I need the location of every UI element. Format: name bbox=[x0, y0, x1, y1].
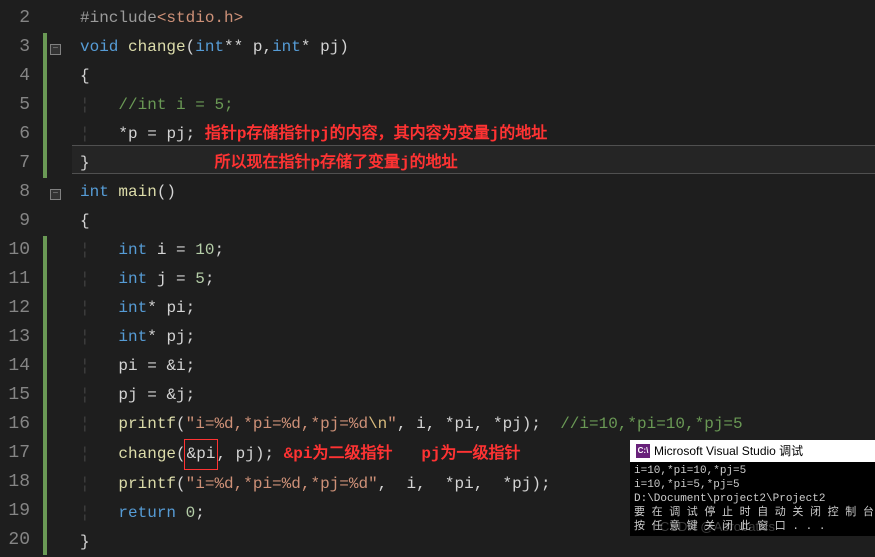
line-number: 9 bbox=[0, 207, 30, 236]
code-line[interactable]: ¦ int j = 5; bbox=[80, 265, 875, 294]
line-number: 19 bbox=[0, 497, 30, 526]
line-number: 12 bbox=[0, 294, 30, 323]
fold-toggle-icon[interactable]: − bbox=[50, 189, 61, 200]
line-number: 4 bbox=[0, 62, 30, 91]
line-number: 7 bbox=[0, 149, 30, 178]
code-line[interactable]: ¦ printf("i=%d,*pi=%d,*pj=%d\n", i, *pi,… bbox=[80, 410, 875, 439]
code-line[interactable]: #include<stdio.h> bbox=[80, 4, 875, 33]
line-number: 11 bbox=[0, 265, 30, 294]
code-line[interactable]: ¦ pi = &i; bbox=[80, 352, 875, 381]
line-number: 8 bbox=[0, 178, 30, 207]
line-number: 5 bbox=[0, 91, 30, 120]
line-number: 14 bbox=[0, 352, 30, 381]
popup-title-text: Microsoft Visual Studio 调试 bbox=[654, 444, 803, 458]
code-line[interactable]: ¦ pj = &j; bbox=[80, 381, 875, 410]
line-number-gutter: 234567891011121314151617181920 bbox=[0, 0, 42, 556]
line-number: 18 bbox=[0, 468, 30, 497]
code-line[interactable]: ¦ int* pi; bbox=[80, 294, 875, 323]
vs-icon: C:\ bbox=[636, 444, 650, 458]
code-line[interactable]: ¦ //int i = 5; bbox=[80, 91, 875, 120]
line-number: 3 bbox=[0, 33, 30, 62]
line-number: 20 bbox=[0, 526, 30, 555]
line-number: 10 bbox=[0, 236, 30, 265]
popup-titlebar[interactable]: C:\ Microsoft Visual Studio 调试 bbox=[630, 440, 875, 462]
line-number: 16 bbox=[0, 410, 30, 439]
fold-toggle-icon[interactable]: − bbox=[50, 44, 61, 55]
line-number: 13 bbox=[0, 323, 30, 352]
line-number: 6 bbox=[0, 120, 30, 149]
code-line[interactable]: ¦ int i = 10; bbox=[80, 236, 875, 265]
code-line[interactable]: { bbox=[80, 207, 875, 236]
code-line[interactable]: void change(int** p,int* pj) bbox=[80, 33, 875, 62]
code-line[interactable]: ¦ *p = pj; 指针p存储指针pj的内容，其内容为变量j的地址 bbox=[80, 120, 875, 149]
line-number: 15 bbox=[0, 381, 30, 410]
code-line[interactable]: { bbox=[80, 62, 875, 91]
code-line[interactable]: int main() bbox=[80, 178, 875, 207]
code-line[interactable]: } 所以现在指针p存储了变量j的地址 bbox=[80, 149, 875, 178]
line-number: 17 bbox=[0, 439, 30, 468]
code-line[interactable]: ¦ int* pj; bbox=[80, 323, 875, 352]
fold-column[interactable]: −− bbox=[48, 0, 66, 556]
watermark: CSDN @Aerobatics bbox=[660, 519, 775, 534]
line-number: 2 bbox=[0, 4, 30, 33]
